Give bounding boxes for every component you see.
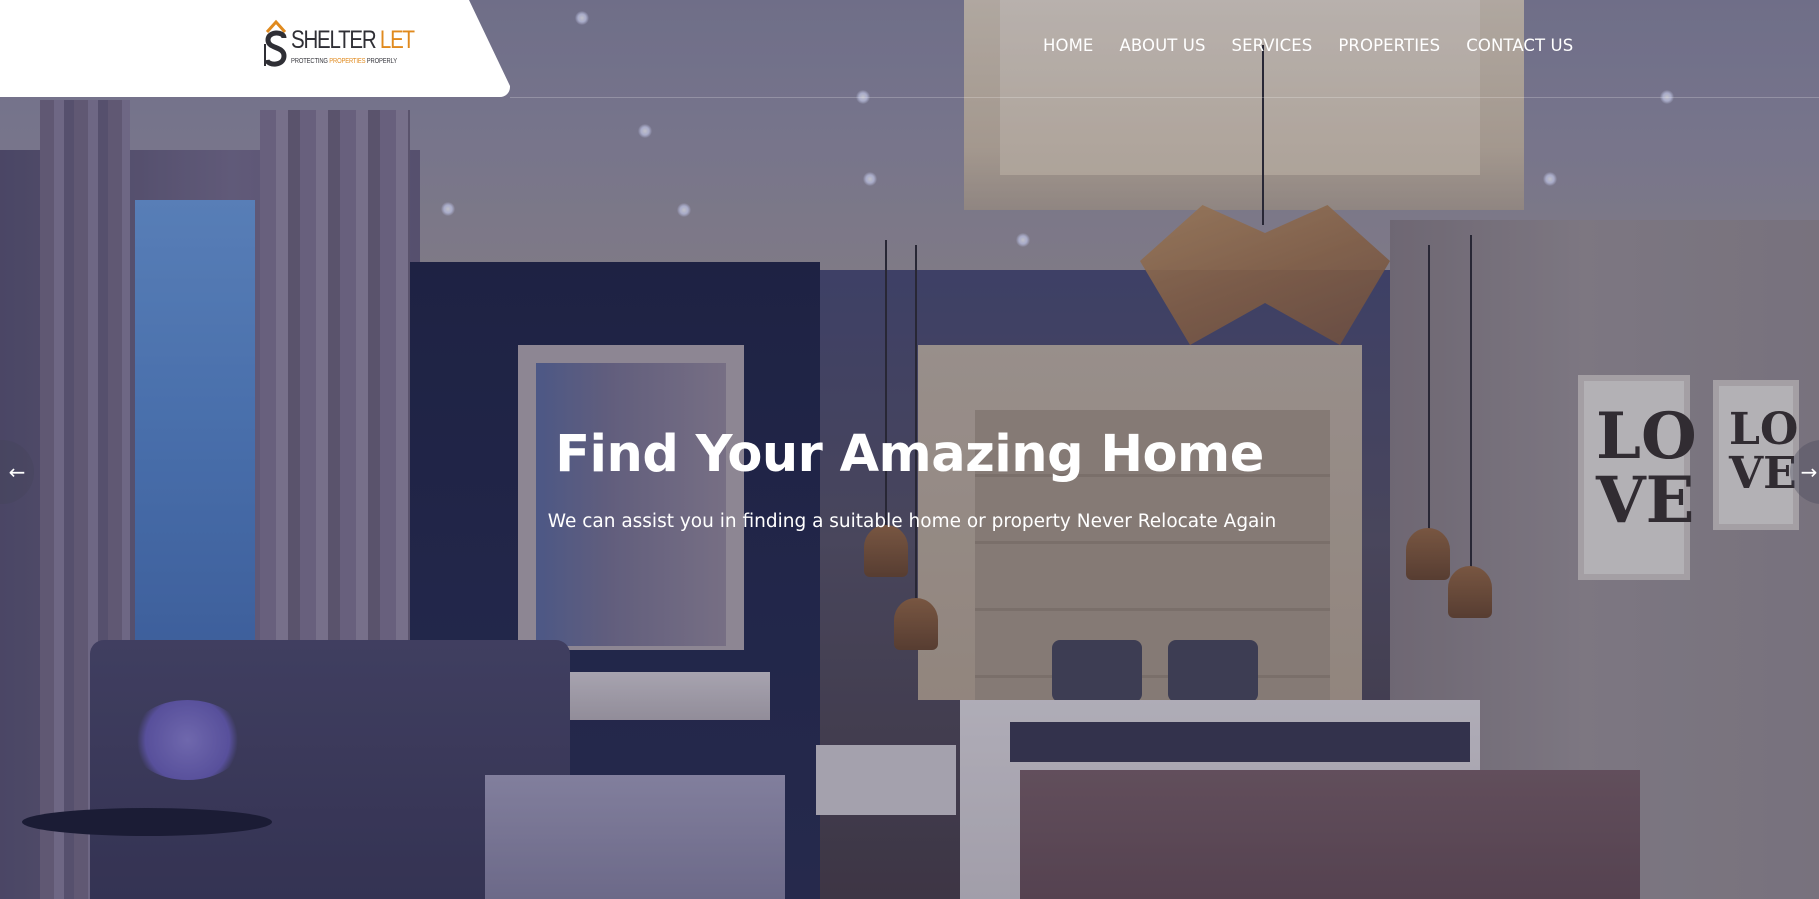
main-nav: HOME ABOUT US SERVICES PROPERTIES CONTAC… [1043,36,1573,55]
logo-name-part2: LET [379,25,415,54]
logo-name: SHELTER LET [291,25,415,54]
nav-item-home[interactable]: HOME [1043,36,1093,55]
nav-item-contact-us[interactable]: CONTACT US [1466,36,1573,55]
logo-tagline: PROTECTING PROPERTIES PROPERLY [291,56,408,65]
site-logo[interactable]: SHELTER LET PROTECTING PROPERTIES PROPER… [263,18,441,74]
logo-name-part1: SHELTER [291,25,377,54]
nav-item-properties[interactable]: PROPERTIES [1338,36,1440,55]
logo-mark-icon [263,18,289,74]
arrow-right-icon: → [1800,460,1818,484]
hero-subtitle: We can assist you in finding a suitable … [547,511,1277,532]
logo-tagline-part1: PROTECTING [291,55,328,65]
header-divider [510,97,1819,98]
hero-title: Find Your Amazing Home [555,425,1264,484]
logo-tagline-part3: PROPERLY [366,55,397,65]
arrow-left-icon: ← [8,460,26,484]
logo-tagline-part2: PROPERTIES [329,55,366,65]
nav-item-services[interactable]: SERVICES [1232,36,1313,55]
nav-item-about-us[interactable]: ABOUT US [1119,36,1205,55]
logo-text: SHELTER LET PROTECTING PROPERTIES PROPER… [291,25,441,65]
